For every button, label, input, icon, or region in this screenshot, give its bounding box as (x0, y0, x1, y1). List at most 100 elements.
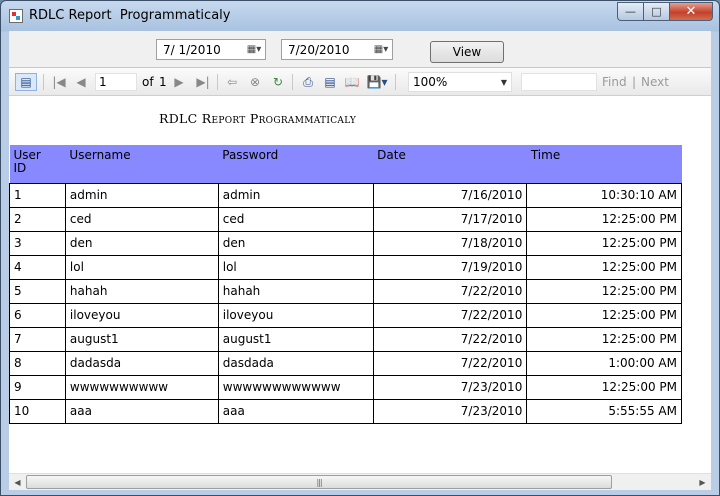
print-layout-icon[interactable]: ▤ (321, 73, 339, 91)
calendar-dropdown-icon[interactable]: ▦▾ (243, 41, 265, 58)
time-cell: 12:25:00 PM (526, 302, 682, 328)
table-row: 9 wwwwwwwwww wwwwwwwwwwww 7/23/2010 12:25:00… (9, 374, 682, 400)
maximize-button[interactable]: □ (643, 2, 669, 21)
password-cell: admin (217, 182, 374, 208)
table-row: 8 dadasda dasdada 7/22/2010 1:00:00 AM (9, 350, 682, 376)
table-row: 10 aaa aaa 7/23/2010 5:55:55 AM (9, 398, 682, 424)
minimize-button[interactable]: — (617, 2, 643, 21)
scroll-right-icon[interactable]: ▶ (694, 474, 711, 490)
password-cell: aaa (217, 398, 374, 424)
table-row: 6 iloveyou iloveyou 7/22/2010 12:25:00 PM (9, 302, 682, 328)
password-cell: lol (217, 254, 374, 280)
find-link[interactable]: Find (602, 75, 627, 89)
table-row: 2 ced ced 7/17/2010 12:25:00 PM (9, 206, 682, 232)
page-setup-icon[interactable]: 📖 (343, 73, 361, 91)
report-title: RDLC Report Programmaticaly (159, 111, 357, 126)
time-cell: 12:25:00 PM (526, 326, 682, 352)
username-cell: ced (64, 206, 219, 232)
user-id-cell: 3 (9, 230, 66, 256)
refresh-icon[interactable]: ↻ (270, 73, 286, 91)
column-header-date: Date (373, 145, 527, 183)
start-date-picker[interactable]: 7/ 1/2010 ▦▾ (156, 39, 266, 60)
next-page-icon[interactable]: ▶ (172, 73, 186, 91)
chevron-down-icon: ▼ (500, 77, 508, 87)
username-cell: august1 (64, 326, 219, 352)
toolbar-separator (217, 74, 218, 90)
user-id-cell: 8 (9, 350, 66, 376)
minimize-icon: — (625, 5, 636, 18)
last-page-icon[interactable]: ▶| (195, 73, 211, 91)
app-window: RDLC Report Programmaticaly — □ ✕ 7/ 1/2… (0, 0, 720, 496)
password-cell: dasdada (217, 350, 374, 376)
date-cell: 7/17/2010 (372, 206, 528, 232)
password-cell: wwwwwwwwwwww (217, 374, 374, 400)
back-icon[interactable]: ⇦ (224, 73, 240, 91)
username-cell: iloveyou (64, 302, 219, 328)
app-icon (9, 9, 23, 23)
date-cell: 7/23/2010 (372, 398, 528, 424)
end-date-picker[interactable]: 7/20/2010 ▦▾ (281, 39, 393, 60)
time-cell: 1:00:00 AM (526, 350, 682, 376)
time-cell: 12:25:00 PM (526, 206, 682, 232)
table-row: 5 hahah hahah 7/22/2010 12:25:00 PM (9, 278, 682, 304)
view-button[interactable]: View (430, 41, 504, 63)
user-id-cell: 7 (9, 326, 66, 352)
print-icon[interactable]: ⎙ (299, 73, 317, 91)
toolbar-separator (395, 74, 396, 90)
end-date-value: 7/20/2010 (288, 42, 350, 57)
report-toolbar: ▤ |◀ ◀ 1 of 1 ▶ ▶| ⇦ ⊗ ↻ ⎙ ▤ 📖 💾▾ 100% ▼… (9, 68, 711, 96)
export-save-icon[interactable]: 💾▾ (365, 73, 389, 91)
page-total: 1 (159, 75, 167, 89)
maximize-icon: □ (651, 5, 662, 18)
zoom-value: 100% (413, 75, 448, 89)
password-cell: august1 (217, 326, 374, 352)
title-bar[interactable]: RDLC Report Programmaticaly — □ ✕ (1, 1, 719, 31)
username-cell: wwwwwwwwww (64, 374, 219, 400)
time-cell: 12:25:00 PM (526, 278, 682, 304)
report-table: User ID Username Password Date Time 1 adm… (9, 145, 682, 424)
date-cell: 7/19/2010 (372, 254, 528, 280)
find-next-link[interactable]: Next (641, 75, 669, 89)
username-cell: lol (64, 254, 219, 280)
user-id-cell: 9 (9, 374, 66, 400)
username-cell: den (64, 230, 219, 256)
column-header-time: Time (526, 145, 682, 183)
report-viewer: ▤ |◀ ◀ 1 of 1 ▶ ▶| ⇦ ⊗ ↻ ⎙ ▤ 📖 💾▾ 100% ▼… (9, 67, 711, 490)
document-map-icon[interactable]: ▤ (15, 73, 37, 91)
start-date-value: 7/ 1/2010 (163, 42, 221, 57)
grip-icon: ||| (316, 477, 322, 487)
username-cell: admin (64, 182, 219, 208)
calendar-dropdown-icon[interactable]: ▦▾ (370, 41, 392, 58)
date-cell: 7/22/2010 (372, 350, 528, 376)
username-cell: hahah (64, 278, 219, 304)
caption-buttons: — □ ✕ (617, 2, 713, 21)
first-page-icon[interactable]: |◀ (51, 73, 67, 91)
find-separator: | (632, 75, 637, 89)
user-id-cell: 2 (9, 206, 66, 232)
table-row: 7 august1 august1 7/22/2010 12:25:00 PM (9, 326, 682, 352)
scroll-left-icon[interactable]: ◀ (9, 474, 26, 490)
previous-page-icon[interactable]: ◀ (73, 73, 89, 91)
username-cell: dadasda (64, 350, 219, 376)
horizontal-scrollbar[interactable]: ◀ ||| ▶ (9, 473, 711, 490)
date-cell: 7/16/2010 (372, 182, 528, 208)
table-header-row: User ID Username Password Date Time (9, 145, 682, 183)
table-row: 4 lol lol 7/19/2010 12:25:00 PM (9, 254, 682, 280)
scroll-thumb[interactable]: ||| (26, 475, 612, 489)
date-cell: 7/18/2010 (372, 230, 528, 256)
stop-icon[interactable]: ⊗ (247, 73, 263, 91)
column-header-password: Password (218, 145, 374, 183)
page-of-label: of (142, 75, 154, 89)
zoom-select[interactable]: 100% ▼ (408, 72, 512, 92)
table-row: 3 den den 7/18/2010 12:25:00 PM (9, 230, 682, 256)
date-cell: 7/23/2010 (372, 374, 528, 400)
user-id-cell: 10 (9, 398, 66, 424)
password-cell: den (217, 230, 374, 256)
time-cell: 10:30:10 AM (526, 182, 682, 208)
current-page-input[interactable]: 1 (95, 73, 137, 91)
column-header-username: Username (65, 145, 219, 183)
close-button[interactable]: ✕ (669, 2, 713, 21)
toolbar-separator (292, 74, 293, 90)
find-input[interactable] (521, 73, 597, 91)
toolbar-separator (43, 74, 44, 90)
